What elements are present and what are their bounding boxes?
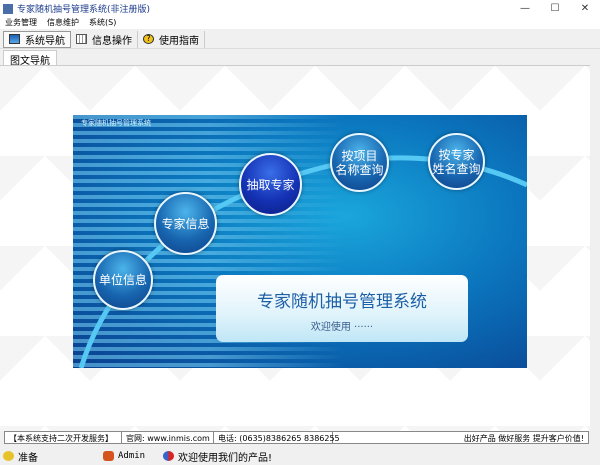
tab-graphic-navigation[interactable]: 图文导航 — [3, 50, 57, 67]
menu-info-maintenance[interactable]: 信息维护 — [42, 17, 84, 29]
label: 使用指南 — [159, 35, 199, 47]
monitor-icon — [9, 34, 20, 44]
draw-expert-button[interactable]: 抽取专家 — [239, 153, 302, 216]
user-icon — [103, 451, 114, 461]
query-by-expert-name-button[interactable]: 按专家 姓名查询 — [428, 133, 485, 190]
expert-info-button[interactable]: 专家信息 — [154, 192, 217, 255]
main-title: 专家随机抽号管理系统 — [257, 292, 427, 312]
info-operation-button[interactable]: 信息操作 — [71, 30, 138, 48]
unit-info-button[interactable]: 单位信息 — [93, 250, 153, 310]
label: 信息操作 — [92, 35, 132, 47]
user-text: Admin — [118, 451, 146, 461]
phone-text: 电话: (0635)8386265 8386255 — [214, 432, 340, 443]
system-navigation-button[interactable]: 系统导航 — [3, 30, 71, 48]
maximize-button[interactable]: ☐ — [540, 3, 570, 14]
slogan-text: 出好产品 做好服务 提升客户价值! — [463, 434, 584, 443]
welcome-text: 欢迎使用 ······ — [310, 322, 374, 333]
vertical-scrollbar[interactable] — [590, 65, 600, 445]
window-title: 专家随机抽号管理系统(非注册版) — [17, 5, 151, 15]
welcome-panel: 专家随机抽号管理系统 欢迎使用 ······ — [216, 275, 468, 342]
info-bar: 【本系统支持二次开发服务】 官网: www.inmis.com 电话: (063… — [4, 431, 589, 444]
close-button[interactable]: ✕ — [570, 3, 600, 14]
help-icon: ? — [143, 34, 154, 44]
tab-strip: 图文导航 — [0, 49, 600, 67]
status-bar: 准备 Admin 欢迎使用我们的产品! — [0, 447, 600, 465]
state-text: 准备 — [18, 452, 38, 464]
app-icon — [3, 3, 13, 14]
message-text: 欢迎使用我们的产品! — [178, 452, 273, 464]
banner-title: 专家随机抽号管理系统 — [81, 119, 151, 127]
navigation-banner: 专家随机抽号管理系统 单位信息 专家信息 抽取专家 按项目 名称查询 按专家 姓… — [73, 115, 527, 368]
dev-service-text: 【本系统支持二次开发服务】 — [5, 432, 122, 443]
menu-bar: 业务管理 信息维护 系统(S) — [0, 17, 600, 29]
menu-business[interactable]: 业务管理 — [0, 17, 42, 29]
label: 系统导航 — [25, 35, 65, 47]
status-user: Admin — [100, 451, 160, 461]
user-guide-button[interactable]: ? 使用指南 — [138, 30, 205, 48]
toolbar: 系统导航 信息操作 ? 使用指南 — [0, 30, 600, 49]
website-text: 官网: www.inmis.com — [122, 432, 214, 443]
title-bar: 专家随机抽号管理系统(非注册版) — ☐ ✕ — [0, 0, 600, 17]
query-by-project-button[interactable]: 按项目 名称查询 — [330, 133, 389, 192]
minimize-button[interactable]: — — [510, 3, 540, 14]
status-state: 准备 — [0, 449, 100, 464]
menu-system[interactable]: 系统(S) — [84, 17, 121, 29]
user-status-icon — [3, 451, 14, 461]
grid-icon — [76, 34, 87, 44]
status-message: 欢迎使用我们的产品! — [160, 449, 272, 464]
people-icon — [163, 451, 174, 461]
